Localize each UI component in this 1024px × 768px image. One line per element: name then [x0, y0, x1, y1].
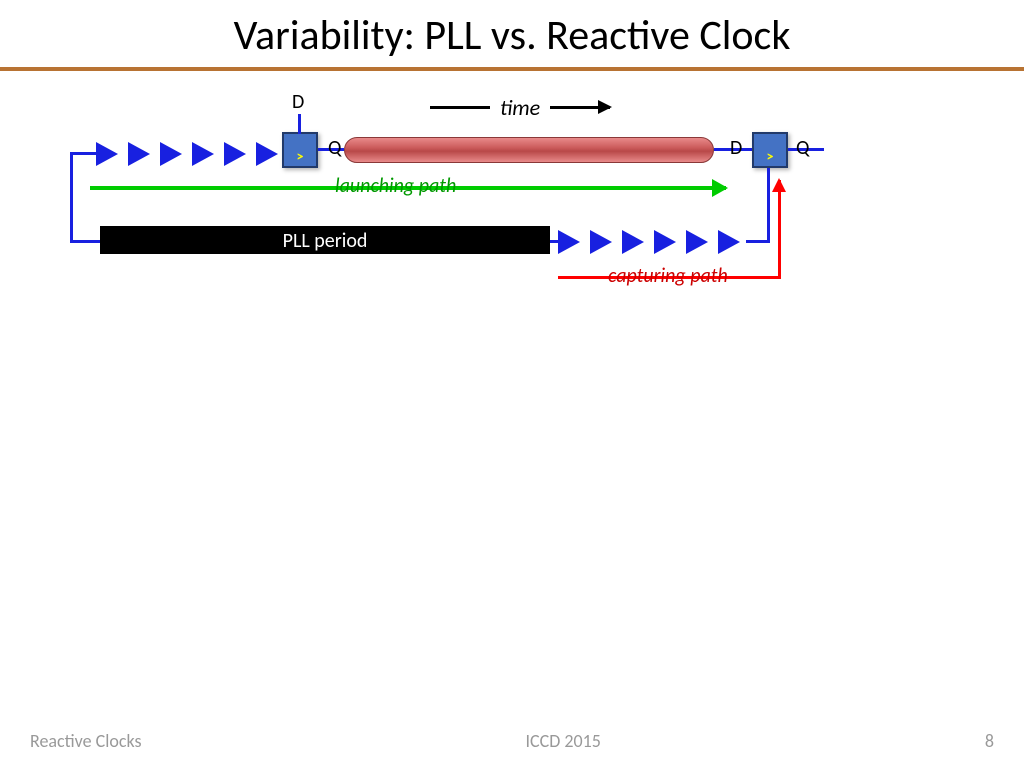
ff1-q-label: Q — [328, 136, 341, 160]
slide-footer: Reactive Clocks ICCD 2015 8 — [0, 730, 1024, 752]
footer-page-number: 8 — [985, 730, 994, 752]
buffer-icon — [192, 142, 214, 166]
ff2-d-label: D — [730, 136, 742, 160]
capturing-path-label: capturing path — [608, 264, 728, 288]
combinational-logic-bar — [344, 137, 714, 163]
buffer-chain-capture — [558, 230, 750, 254]
buffer-icon — [558, 230, 580, 254]
buffer-icon — [686, 230, 708, 254]
ff2-q-label: Q — [796, 136, 809, 160]
pll-period-label: PLL period — [283, 229, 368, 253]
footer-left: Reactive Clocks — [30, 730, 142, 752]
launching-path-label: launching path — [335, 174, 456, 198]
time-arrow: time — [430, 94, 610, 121]
buffer-icon — [224, 142, 246, 166]
pll-period-bar: PLL period — [100, 226, 550, 254]
buffer-icon — [622, 230, 644, 254]
title-underline — [0, 67, 1024, 71]
time-label: time — [500, 94, 540, 121]
arrow-segment-head — [550, 106, 610, 109]
flipflop-capture: > — [752, 132, 788, 168]
buffer-icon — [128, 142, 150, 166]
capture-path-v — [778, 180, 781, 279]
clock-input-icon: > — [297, 150, 304, 164]
buffer-icon — [256, 142, 278, 166]
buffer-icon — [590, 230, 612, 254]
footer-center: ICCD 2015 — [526, 730, 601, 752]
buffer-icon — [160, 142, 182, 166]
buffer-icon — [718, 230, 740, 254]
wire-v-capture-up — [767, 168, 770, 243]
flipflop-launch: > — [282, 132, 318, 168]
clock-input-icon: > — [767, 150, 774, 164]
slide-title: Variability: PLL vs. Reactive Clock — [0, 0, 1024, 67]
buffer-chain-launch — [96, 142, 288, 166]
wire-h-top-left — [70, 152, 98, 155]
buffer-icon — [654, 230, 676, 254]
ff1-d-label: D — [292, 90, 304, 114]
wire-vertical-left — [70, 152, 73, 242]
timing-diagram: time > D Q D > Q launching path P — [60, 80, 840, 300]
wire-ff1-d — [298, 114, 301, 134]
arrow-segment — [430, 106, 490, 109]
buffer-icon — [96, 142, 118, 166]
